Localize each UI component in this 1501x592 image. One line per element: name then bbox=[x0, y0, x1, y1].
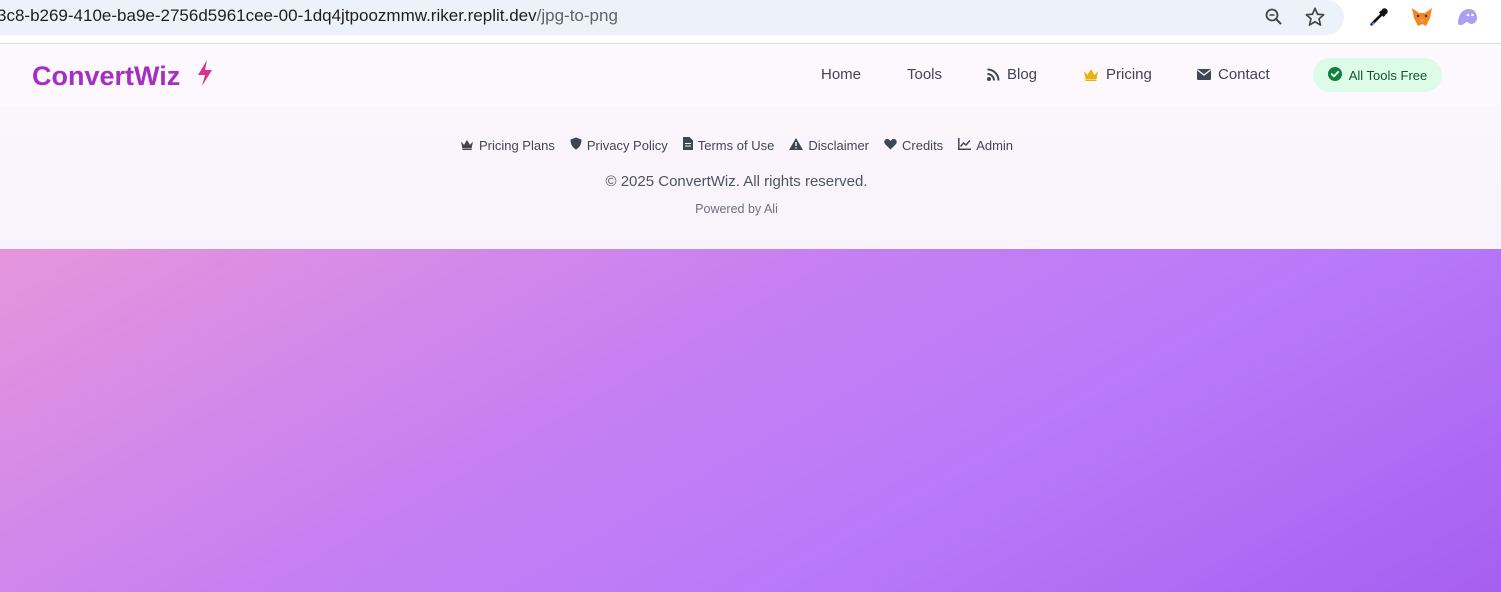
crown-icon bbox=[1083, 68, 1099, 81]
footer-link-label: Privacy Policy bbox=[586, 137, 668, 153]
footer-link-label: Terms of Use bbox=[697, 137, 775, 153]
footer-link-pricing-plans[interactable]: Pricing Plans bbox=[460, 137, 555, 153]
ghost-extension-icon[interactable] bbox=[1454, 4, 1480, 30]
site-footer: Pricing Plans Privacy Policy Terms of Us… bbox=[0, 106, 1501, 249]
site-navbar: ConvertWiz Home Tools Blog Pricing Conta… bbox=[0, 45, 1501, 106]
footer-link-disclaimer[interactable]: Disclaimer bbox=[789, 137, 869, 153]
nav-home-label: Home bbox=[821, 66, 862, 83]
bolt-icon bbox=[196, 59, 214, 94]
url-host: cc3c8-b269-410e-ba9e-2756d5961cee-00-1dq… bbox=[0, 6, 537, 25]
chart-line-icon bbox=[958, 137, 972, 153]
nav-home[interactable]: Home bbox=[821, 66, 861, 83]
url-text[interactable]: cc3c8-b269-410e-ba9e-2756d5961cee-00-1dq… bbox=[0, 6, 618, 26]
nav-tools-label: Tools bbox=[907, 66, 943, 83]
fox-extension-icon[interactable] bbox=[1409, 4, 1435, 30]
url-path: /jpg-to-png bbox=[536, 6, 618, 25]
nav-tools[interactable]: Tools bbox=[907, 66, 942, 83]
envelope-icon bbox=[1197, 69, 1211, 80]
footer-link-privacy-policy[interactable]: Privacy Policy bbox=[570, 137, 668, 153]
rss-icon bbox=[986, 68, 1000, 82]
eyedropper-icon[interactable] bbox=[1366, 4, 1392, 30]
warning-icon bbox=[789, 137, 804, 153]
star-icon[interactable] bbox=[1302, 4, 1328, 30]
footer-link-label: Credits bbox=[902, 137, 944, 153]
footer-link-credits[interactable]: Credits bbox=[884, 137, 943, 153]
check-circle-icon bbox=[1327, 66, 1342, 84]
footer-link-admin[interactable]: Admin bbox=[958, 137, 1013, 153]
site-logo[interactable]: ConvertWiz bbox=[32, 59, 214, 94]
nav-blog-label: Blog bbox=[1007, 66, 1038, 83]
footer-link-terms-of-use[interactable]: Terms of Use bbox=[682, 137, 775, 153]
all-tools-free-badge: All Tools Free bbox=[1313, 58, 1442, 92]
nav-contact[interactable]: Contact bbox=[1197, 66, 1270, 83]
nav-pricing[interactable]: Pricing bbox=[1083, 66, 1152, 83]
nav-blog[interactable]: Blog bbox=[986, 66, 1037, 83]
nav-pricing-label: Pricing bbox=[1106, 66, 1152, 83]
footer-link-label: Pricing Plans bbox=[478, 137, 555, 153]
shield-icon bbox=[570, 137, 582, 153]
crown-icon bbox=[460, 138, 474, 153]
address-bar[interactable]: cc3c8-b269-410e-ba9e-2756d5961cee-00-1dq… bbox=[0, 0, 1344, 35]
footer-link-label: Admin bbox=[976, 137, 1014, 153]
heart-icon bbox=[884, 138, 897, 153]
logo-text: ConvertWiz bbox=[32, 61, 181, 91]
nav-contact-label: Contact bbox=[1218, 66, 1270, 83]
gradient-background bbox=[0, 249, 1501, 592]
badge-label: All Tools Free bbox=[1348, 67, 1428, 83]
footer-links: Pricing Plans Privacy Policy Terms of Us… bbox=[0, 137, 1501, 153]
copyright-text: © 2025 ConvertWiz. All rights reserved. bbox=[605, 173, 868, 190]
powered-by-text: Powered by Ali bbox=[695, 202, 778, 216]
zoom-icon[interactable] bbox=[1261, 4, 1287, 30]
document-icon bbox=[682, 137, 693, 153]
footer-link-label: Disclaimer bbox=[808, 137, 869, 153]
browser-toolbar: cc3c8-b269-410e-ba9e-2756d5961cee-00-1dq… bbox=[0, 0, 1501, 44]
